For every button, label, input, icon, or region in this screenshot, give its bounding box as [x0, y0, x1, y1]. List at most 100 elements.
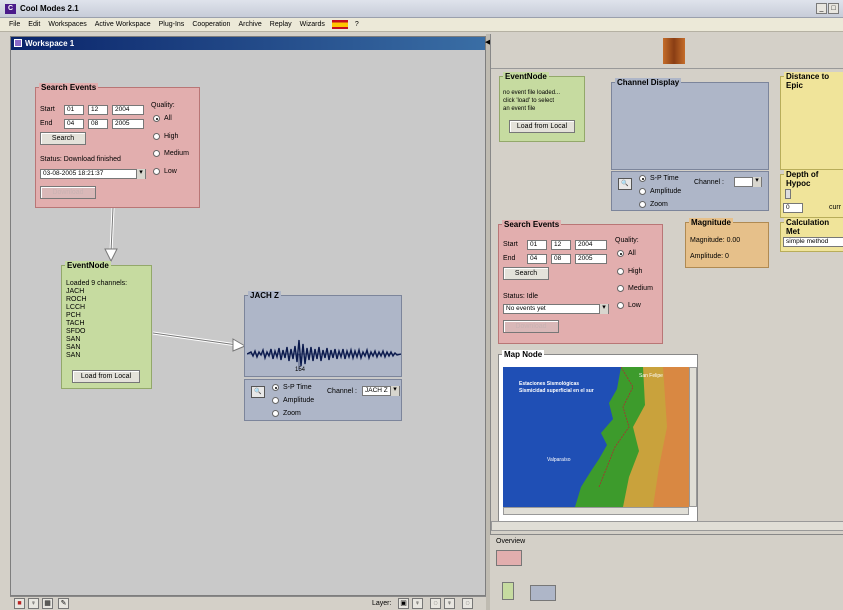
magnitude-node[interactable]: Magnitude Magnitude: 0.00 Amplitude: 0: [685, 218, 769, 268]
zoom-label: Zoom: [283, 410, 301, 417]
bulb-icon[interactable]: ♀: [28, 598, 39, 609]
search-events-title: Search Events: [502, 220, 562, 229]
amplitude-radio[interactable]: [639, 188, 646, 195]
end-year-field[interactable]: 2005: [112, 119, 144, 129]
event-node[interactable]: EventNode Loaded 9 channels: JACH ROCH L…: [61, 261, 152, 389]
channel-display-node[interactable]: JACH Z 154: [244, 291, 402, 377]
quality-all-radio[interactable]: [617, 250, 624, 257]
load-from-local-button[interactable]: Load from Local: [72, 370, 140, 383]
map-legend-line: Estaciones Sismológicas: [519, 381, 580, 387]
menu-replay[interactable]: Replay: [266, 21, 296, 28]
layer-more-icon[interactable]: ◌: [462, 598, 473, 609]
pen-icon[interactable]: ✎: [58, 598, 69, 609]
end-month-field[interactable]: 08: [88, 119, 108, 129]
overview-label: Overview: [496, 538, 526, 545]
menu-edit[interactable]: Edit: [24, 21, 44, 28]
menu-wizards[interactable]: Wizards: [296, 21, 329, 28]
quality-low-radio[interactable]: [153, 168, 160, 175]
menu-archive[interactable]: Archive: [234, 21, 265, 28]
channel-item: LCCH: [66, 304, 86, 311]
start-label: Start: [40, 106, 55, 113]
menu-active-workspace[interactable]: Active Workspace: [91, 21, 155, 28]
overview-thumb-event[interactable]: [502, 582, 514, 600]
layer-icon[interactable]: ▣: [398, 598, 409, 609]
magnifier-icon[interactable]: 🔍: [618, 178, 632, 190]
quality-high-radio[interactable]: [617, 268, 624, 275]
search-events-title: Search Events: [39, 83, 99, 92]
channel-display-node-right[interactable]: Channel Display: [611, 78, 769, 170]
channel-item: JACH: [66, 288, 85, 295]
quality-low-label: Low: [628, 302, 641, 309]
map-node-title: Map Node: [502, 350, 545, 359]
quality-low-radio[interactable]: [617, 302, 624, 309]
channel-display-title: Channel Display: [615, 78, 682, 87]
event-node-right[interactable]: EventNode no event file loaded... click …: [499, 72, 585, 142]
layer-lock-icon[interactable]: ♀: [444, 598, 455, 609]
start-month-field[interactable]: 12: [551, 240, 571, 250]
calculation-node[interactable]: Calculation Met simple method: [780, 218, 843, 252]
download-button[interactable]: Download: [40, 186, 96, 199]
plugin-icon[interactable]: [663, 38, 685, 64]
end-day-field[interactable]: 04: [64, 119, 84, 129]
depth-node[interactable]: Depth of Hypoc 0 curr: [780, 170, 843, 218]
quality-medium-label: Medium: [164, 150, 189, 157]
load-from-local-button[interactable]: Load from Local: [509, 120, 575, 133]
start-day-field[interactable]: 01: [527, 240, 547, 250]
amplitude-radio[interactable]: [272, 397, 279, 404]
search-button[interactable]: Search: [503, 267, 549, 280]
maximize-button[interactable]: □: [828, 3, 839, 14]
distance-node[interactable]: Distance to Epic: [780, 72, 843, 170]
depth-field[interactable]: 0: [783, 203, 803, 213]
menu-cooperation[interactable]: Cooperation: [188, 21, 234, 28]
map-horizontal-scrollbar[interactable]: [503, 507, 689, 515]
channel-select[interactable]: [734, 177, 762, 187]
start-year-field[interactable]: 2004: [575, 240, 607, 250]
search-events-node[interactable]: Search Events Start 01 12 2004 End 04 08…: [35, 83, 200, 208]
stop-icon[interactable]: ■: [14, 598, 25, 609]
quality-high-label: High: [628, 268, 643, 275]
overview-thumb-channel[interactable]: [530, 585, 556, 601]
event-date-select[interactable]: 03-08-2005 18:21:37: [40, 169, 146, 179]
calculation-method-field[interactable]: simple method: [783, 237, 843, 247]
start-day-field[interactable]: 01: [64, 105, 84, 115]
search-button[interactable]: Search: [40, 132, 86, 145]
end-label: End: [503, 255, 516, 262]
layer-visibility-icon[interactable]: ◌: [430, 598, 441, 609]
seismogram-waveform: [247, 339, 401, 370]
zoom-radio[interactable]: [639, 201, 646, 208]
start-month-field[interactable]: 12: [88, 105, 108, 115]
channel-select[interactable]: JACH Z: [362, 386, 400, 396]
grid-icon[interactable]: ▦: [42, 598, 53, 609]
right-horizontal-scrollbar[interactable]: [491, 521, 843, 531]
menu-file[interactable]: File: [5, 21, 24, 28]
menu-workspaces[interactable]: Workspaces: [44, 21, 90, 28]
magnifier-icon[interactable]: 🔍: [251, 386, 265, 398]
map-vertical-scrollbar[interactable]: [689, 367, 697, 507]
search-events-node-right[interactable]: Search Events Start 01 12 2004 End 04 08…: [498, 220, 663, 344]
download-button[interactable]: Download: [503, 320, 559, 333]
end-year-field[interactable]: 2005: [575, 254, 607, 264]
menu-plugins[interactable]: Plug-Ins: [155, 21, 189, 28]
overview-thumb-search[interactable]: [496, 550, 522, 566]
minimize-button[interactable]: _: [816, 3, 827, 14]
events-select[interactable]: No events yet: [503, 304, 609, 314]
map-node[interactable]: Map Node Estaciones Sismológicas Sismici…: [498, 350, 698, 530]
depth-slider[interactable]: [785, 189, 791, 199]
quality-all-radio[interactable]: [153, 115, 160, 122]
end-month-field[interactable]: 08: [551, 254, 571, 264]
magnitude-value: Magnitude: 0.00: [690, 237, 741, 244]
zoom-radio[interactable]: [272, 410, 279, 417]
sp-time-radio[interactable]: [639, 175, 646, 182]
spain-flag-icon[interactable]: [331, 20, 348, 29]
start-year-field[interactable]: 2004: [112, 105, 144, 115]
menu-help[interactable]: ?: [351, 21, 363, 28]
layer-bulb-icon[interactable]: ♀: [412, 598, 423, 609]
quality-medium-radio[interactable]: [617, 285, 624, 292]
sp-time-radio[interactable]: [272, 384, 279, 391]
quality-medium-radio[interactable]: [153, 150, 160, 157]
menu-bar: File Edit Workspaces Active Workspace Pl…: [0, 18, 843, 32]
end-day-field[interactable]: 04: [527, 254, 547, 264]
magnitude-title: Magnitude: [689, 218, 733, 227]
quality-high-radio[interactable]: [153, 133, 160, 140]
event-line: an event file: [503, 106, 536, 112]
